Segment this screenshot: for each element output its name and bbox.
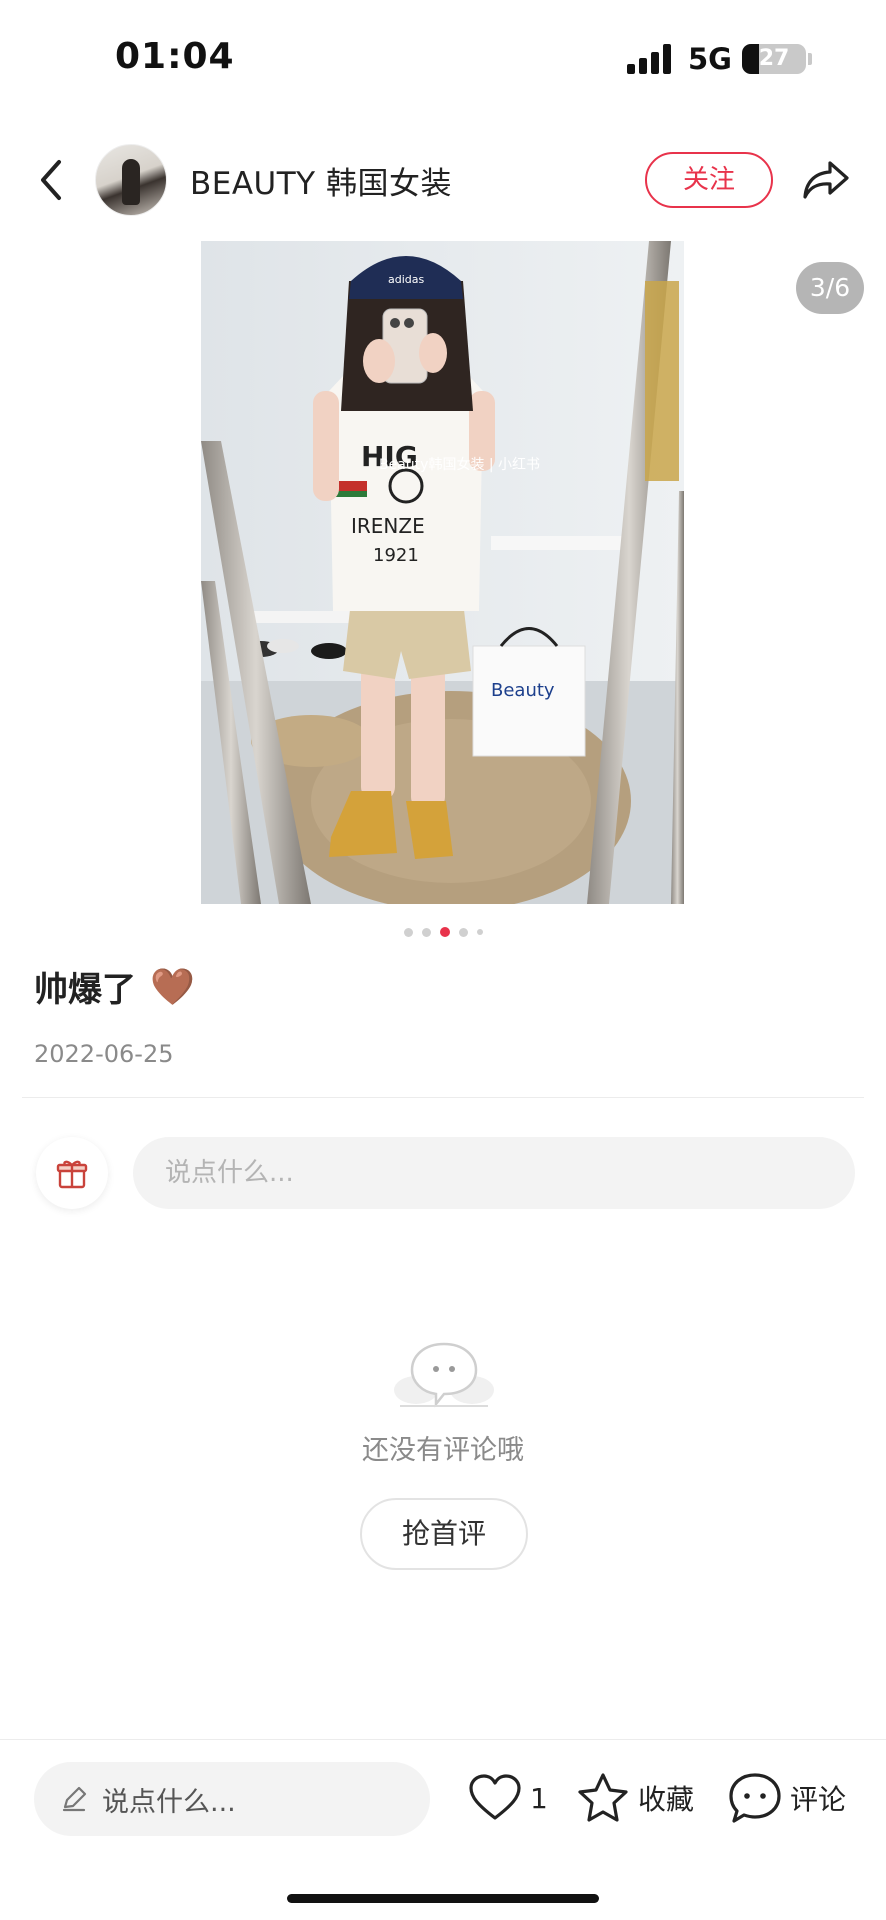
pagination-dot-active[interactable]	[439, 927, 450, 937]
avatar-figure	[122, 159, 140, 205]
heart-icon	[469, 1774, 521, 1820]
svg-text:adidas: adidas	[388, 273, 425, 286]
bag-logo-text: Beauty	[491, 680, 555, 701]
back-button[interactable]	[28, 150, 74, 210]
image-pagination-dots[interactable]	[0, 925, 886, 939]
network-type: 5G	[688, 42, 732, 76]
chevron-left-icon	[41, 160, 61, 200]
like-button[interactable]: 1	[468, 1768, 548, 1828]
star-icon	[578, 1773, 628, 1822]
collect-button[interactable]: 收藏	[576, 1768, 694, 1828]
chat-bubble-icon	[392, 1340, 496, 1412]
battery-level: 27	[758, 46, 790, 71]
pagination-dot[interactable]	[403, 927, 413, 937]
divider	[22, 1097, 864, 1098]
photo-watermark: Beauty韩国女装 | 小红书	[379, 456, 540, 473]
share-arrow-icon	[803, 161, 849, 199]
bottom-comment-input[interactable]: 说点什么...	[34, 1762, 430, 1836]
post-date: 2022-06-25	[34, 1040, 174, 1068]
comment-label: 评论	[790, 1783, 847, 1816]
avatar[interactable]	[95, 144, 167, 216]
first-comment-button[interactable]: 抢首评	[360, 1498, 528, 1570]
image-counter: 3/6	[796, 262, 864, 314]
post-photo[interactable]: Beauty HIG IRENZE 1921 adidas Beauty韩国女装…	[201, 241, 684, 904]
brown-heart-emoji: 🤎	[150, 966, 195, 1008]
comment-icon	[729, 1773, 781, 1823]
screen: 01:04 5G 27 BEAUTY 韩国女装 关注 Beauty HIG IR…	[0, 0, 886, 1920]
share-button[interactable]	[798, 152, 854, 208]
status-time: 01:04	[115, 36, 235, 77]
pagination-dot[interactable]	[458, 927, 468, 937]
post-header: BEAUTY 韩国女装 关注	[0, 130, 886, 230]
comment-input[interactable]: 说点什么...	[133, 1137, 855, 1209]
svg-text:1921: 1921	[373, 545, 419, 566]
battery-tip	[808, 53, 812, 65]
follow-button[interactable]: 关注	[645, 152, 773, 208]
shop-name[interactable]: BEAUTY 韩国女装	[190, 158, 452, 203]
gift-button[interactable]	[36, 1137, 108, 1209]
bottom-input-placeholder: 说点什么...	[102, 1786, 236, 1818]
collect-label: 收藏	[638, 1783, 695, 1816]
pagination-dot[interactable]	[421, 927, 431, 937]
bottom-action-bar: 说点什么... 1 收藏 评论	[0, 1739, 886, 1920]
pencil-icon	[62, 1786, 87, 1812]
mirror-selfie-image: Beauty HIG IRENZE 1921 adidas Beauty韩国女装…	[201, 241, 684, 904]
post-title-text: 帅爆了	[34, 970, 136, 1010]
status-bar: 01:04 5G 27	[0, 0, 886, 120]
like-count: 1	[530, 1781, 548, 1815]
signal-icon	[627, 44, 673, 74]
battery-icon: 27	[742, 44, 806, 74]
comment-button[interactable]: 评论	[728, 1768, 846, 1828]
empty-comments-text: 还没有评论哦	[362, 1435, 524, 1466]
svg-text:IRENZE: IRENZE	[351, 514, 425, 538]
gift-icon	[56, 1160, 88, 1189]
home-indicator[interactable]	[287, 1894, 599, 1903]
post-title: 帅爆了 🤎	[34, 962, 195, 1011]
pagination-dot[interactable]	[476, 929, 483, 935]
